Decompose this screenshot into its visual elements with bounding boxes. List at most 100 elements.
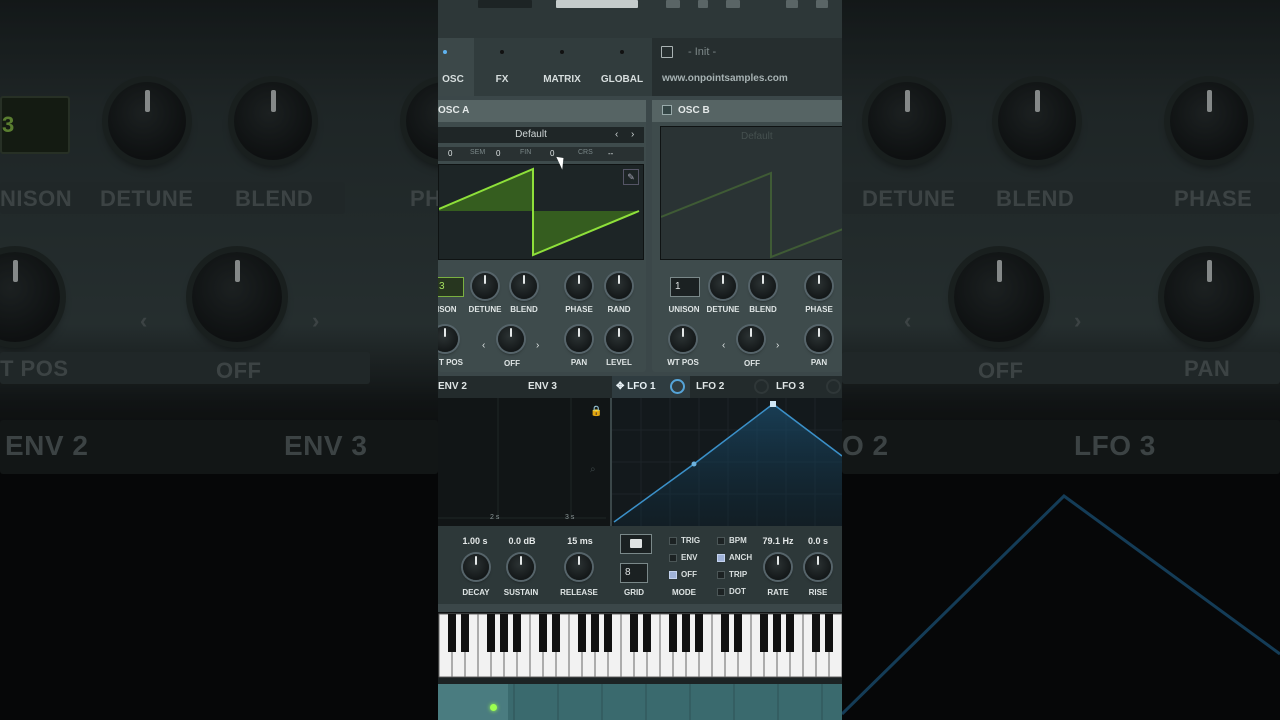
osc-a-pan-knob[interactable] xyxy=(566,326,592,352)
envelope-graph[interactable]: 2 s 3 s 🔒 ⌕ xyxy=(438,398,610,526)
folder-icon xyxy=(630,539,642,548)
osc-a-waveform-display[interactable]: ✎ xyxy=(438,164,644,260)
osc-a-tuning-row: 0 SEM 0 FIN 0 CRS -- xyxy=(438,147,644,161)
rise-label: RISE xyxy=(808,588,828,597)
osc-a-wavetable-name: Default xyxy=(515,129,547,140)
grid-stepper[interactable]: 8 xyxy=(620,563,648,583)
osc-a-sem-label: SEM xyxy=(470,149,486,156)
next-arrow-icon[interactable]: › xyxy=(631,127,634,143)
toolbar-icon-5[interactable] xyxy=(816,0,828,8)
preset-name[interactable]: - Init - xyxy=(688,46,716,58)
osc-b-pan-knob[interactable] xyxy=(806,326,832,352)
anch-checkbox[interactable] xyxy=(717,554,725,562)
dot-checkbox[interactable] xyxy=(717,588,725,596)
tab-lfo3[interactable]: LFO 3 xyxy=(776,376,842,398)
osc-a-fin[interactable]: 0 xyxy=(550,149,554,158)
tab-fx-led xyxy=(500,50,504,54)
bpm-label: BPM xyxy=(729,536,747,545)
osc-a-crs[interactable]: -- xyxy=(608,149,613,158)
save-icon[interactable] xyxy=(661,46,673,58)
osc-a-rand-knob[interactable] xyxy=(606,273,632,299)
tab-lfo2[interactable]: LFO 2 xyxy=(696,376,772,398)
mode-env-checkbox[interactable] xyxy=(669,554,677,562)
osc-b-waveform-display[interactable]: Default xyxy=(660,126,842,260)
mode-env-label: ENV xyxy=(681,553,698,562)
envelope-grid xyxy=(438,398,606,519)
move-crosshair-icon[interactable]: ✥ xyxy=(616,381,624,392)
release-knob[interactable] xyxy=(566,554,592,580)
osc-a-oct[interactable]: 0 xyxy=(448,149,452,158)
rate-knob[interactable] xyxy=(765,554,791,580)
osc-b-phase-knob[interactable] xyxy=(806,273,832,299)
preset-author-url: www.onpointsamples.com xyxy=(662,73,788,84)
osc-a-detune-knob[interactable] xyxy=(472,273,498,299)
toolbar-icon-4[interactable] xyxy=(786,0,798,8)
osc-a-off-prev-icon[interactable]: ‹ xyxy=(482,340,485,351)
tab-global-label: GLOBAL xyxy=(600,74,644,85)
mode-trig-checkbox[interactable] xyxy=(669,537,677,545)
osc-b-blend-knob[interactable] xyxy=(750,273,776,299)
prev-arrow-icon[interactable]: ‹ xyxy=(615,127,618,143)
lock-icon[interactable]: 🔒 xyxy=(590,406,602,417)
osc-a-blend-knob[interactable] xyxy=(511,273,537,299)
toolbar-icon-1[interactable] xyxy=(666,0,680,8)
sustain-knob[interactable] xyxy=(508,554,534,580)
osc-b-detune-knob[interactable] xyxy=(710,273,736,299)
lfo3-drag-ring-icon[interactable] xyxy=(826,378,842,394)
toolbar-icon-3[interactable] xyxy=(726,0,740,8)
osc-b-blend-label: BLEND xyxy=(749,305,777,314)
osc-a-saw-waveform xyxy=(439,167,640,257)
tab-env2[interactable]: ENV 2 xyxy=(438,376,522,416)
lfo-shape-folder-button[interactable] xyxy=(620,534,652,554)
tab-env3[interactable]: ENV 3 xyxy=(526,376,610,416)
piano-keys[interactable] xyxy=(438,612,842,678)
tab-osc[interactable]: OSC xyxy=(438,38,474,96)
bpm-checkbox[interactable] xyxy=(717,537,725,545)
osc-b-off-prev-icon[interactable]: ‹ xyxy=(722,340,725,351)
lfo2-drag-ring-icon[interactable] xyxy=(754,378,770,394)
osc-b-panel: OSC B Default 1 UNISON DETUNE BLEND PHAS… xyxy=(652,100,842,372)
piano-keyboard[interactable] xyxy=(438,612,842,678)
zoom-icon[interactable]: ⌕ xyxy=(590,464,596,475)
trip-checkbox[interactable] xyxy=(717,571,725,579)
lfo-graph[interactable] xyxy=(612,398,842,526)
osc-a-wtpos-knob[interactable] xyxy=(438,326,458,352)
mode-off-checkbox[interactable] xyxy=(669,571,677,579)
tab-global-led xyxy=(620,50,624,54)
osc-b-header: OSC B xyxy=(652,100,842,122)
toolbar-display xyxy=(478,0,532,8)
osc-a-wavetable-selector[interactable]: Default ‹ › xyxy=(438,127,644,143)
decay-knob[interactable] xyxy=(463,554,489,580)
osc-b-saw-waveform xyxy=(661,171,842,259)
osc-b-unison-value: 1 xyxy=(675,281,681,292)
tab-lfo1[interactable]: ✥ LFO 1 xyxy=(612,376,690,398)
tab-matrix[interactable]: MATRIX xyxy=(533,38,591,96)
osc-b-unison-stepper[interactable]: 1 xyxy=(670,277,700,297)
osc-a-unison-stepper[interactable]: 3 xyxy=(438,277,464,297)
tab-env2-label: ENV 2 xyxy=(438,381,467,392)
tab-global[interactable]: GLOBAL xyxy=(593,38,651,96)
osc-b-phase-label: PHASE xyxy=(805,305,833,314)
osc-a-sem[interactable]: 0 xyxy=(496,149,500,158)
osc-b-warp-knob[interactable] xyxy=(738,326,764,352)
decay-value: 1.00 s xyxy=(462,536,488,546)
tab-fx[interactable]: FX xyxy=(473,38,531,96)
osc-a-level-knob[interactable] xyxy=(606,326,632,352)
edit-pencil-icon[interactable]: ✎ xyxy=(623,169,639,185)
rise-knob[interactable] xyxy=(805,554,831,580)
osc-a-warp-label: OFF xyxy=(504,359,520,368)
osc-a-phase-knob[interactable] xyxy=(566,273,592,299)
osc-b-off-next-icon[interactable]: › xyxy=(776,340,779,351)
tab-env3-label: ENV 3 xyxy=(528,381,557,392)
osc-a-warp-knob[interactable] xyxy=(498,326,524,352)
osc-a-wtpos-label: T POS xyxy=(438,358,463,367)
osc-b-enable-toggle[interactable] xyxy=(662,105,672,116)
sustain-value: 0.0 dB xyxy=(508,536,536,546)
osc-a-header: OSC A xyxy=(438,100,646,122)
tab-osc-label: OSC xyxy=(442,74,464,85)
background-dim-left xyxy=(0,0,438,720)
lfo1-drag-ring-icon[interactable] xyxy=(669,378,685,394)
osc-a-off-next-icon[interactable]: › xyxy=(536,340,539,351)
toolbar-icon-2[interactable] xyxy=(698,0,708,8)
osc-b-wtpos-knob[interactable] xyxy=(670,326,696,352)
